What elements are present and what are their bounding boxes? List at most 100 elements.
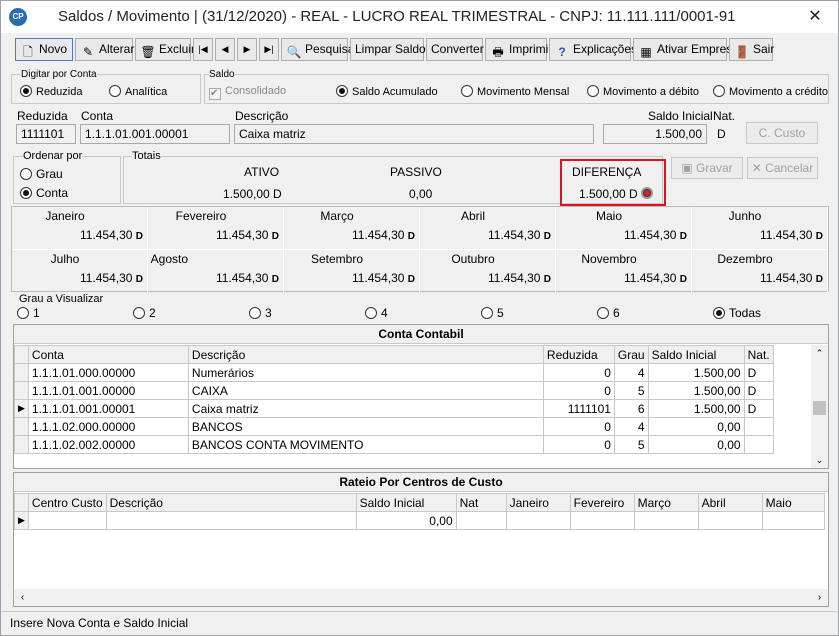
nat-field[interactable]: D [712, 124, 732, 144]
pesquisa-button[interactable]: 🔍 Pesquisa [281, 38, 354, 61]
table-cell[interactable]: 1.500,00 [647, 399, 745, 418]
table-cell[interactable]: 5 [613, 381, 649, 400]
table-cell[interactable]: CAIXA [187, 381, 544, 400]
table-cell[interactable]: D [743, 399, 774, 418]
table-cell[interactable] [105, 511, 357, 530]
column-header[interactable]: Saldo Inicial [647, 345, 745, 364]
table-cell[interactable]: 0,00 [647, 417, 745, 436]
novo-button[interactable]: 🗋 Novo [15, 38, 73, 61]
table-cell[interactable] [633, 511, 699, 530]
column-header[interactable]: Janeiro [505, 493, 571, 512]
centro-custo-button[interactable]: C. Custo [746, 122, 818, 144]
table-row[interactable]: ▶ 1.1.1.01.001.00001 Caixa matriz 1111101 6 1… [14, 399, 774, 418]
table-cell[interactable]: 1111101 [542, 399, 615, 418]
table-cell[interactable]: D [743, 381, 774, 400]
scroll-down-icon[interactable]: ⌄ [811, 452, 828, 468]
table-cell[interactable] [743, 417, 774, 436]
radio-reduzida[interactable]: Reduzida [20, 85, 82, 98]
table-cell[interactable]: BANCOS CONTA MOVIMENTO [187, 435, 544, 454]
table-cell[interactable] [27, 511, 107, 530]
column-header[interactable]: Conta [27, 345, 189, 364]
last-record-button[interactable]: ▶| [259, 38, 279, 61]
gravar-button[interactable]: ▣ Gravar [671, 157, 743, 179]
rateio-h-scrollbar[interactable]: ‹ › [14, 589, 828, 606]
table-cell[interactable]: 0,00 [647, 435, 745, 454]
limpar-saldos-button[interactable]: Limpar Saldos [350, 38, 432, 61]
scroll-right-icon[interactable]: › [811, 589, 828, 606]
table-cell[interactable]: 6 [613, 399, 649, 418]
radio-ordenar-conta[interactable]: Conta [20, 186, 68, 200]
radio-movimento-credito[interactable]: Movimento a crédito [713, 85, 828, 98]
checkbox-consolidado[interactable]: ✔ Consolidado [209, 85, 286, 100]
table-row[interactable]: 1.1.1.01.000.00000 Numerários 0 4 1.500,00 D [14, 363, 774, 382]
radio-grau-3[interactable]: 3 [249, 306, 272, 320]
table-cell[interactable]: Caixa matriz [187, 399, 544, 418]
sair-button[interactable]: 🚪 Sair [729, 38, 774, 61]
table-row[interactable]: 1.1.1.01.001.00000 CAIXA 0 5 1.500,00 D [14, 381, 774, 400]
first-record-button[interactable]: |◀ [193, 38, 213, 61]
radio-saldo-acumulado[interactable]: Saldo Acumulado [336, 85, 438, 98]
converter-button[interactable]: Converter [426, 38, 484, 61]
prev-record-button[interactable]: ◀ [215, 38, 235, 61]
radio-grau-1[interactable]: 1 [17, 306, 40, 320]
table-cell[interactable]: 0,00 [355, 511, 457, 530]
table-cell[interactable]: 1.1.1.01.000.00000 [27, 363, 189, 382]
column-header[interactable]: Abril [697, 493, 763, 512]
column-header[interactable]: Nat [455, 493, 507, 512]
radio-grau-5[interactable]: 5 [481, 306, 504, 320]
close-icon[interactable]: ✕ [792, 1, 838, 32]
saldo-inicial-field[interactable]: 1.500,00 [603, 124, 707, 144]
ativar-empresa-button[interactable]: ▦ Ativar Empresa [633, 38, 739, 61]
table-row[interactable]: ▶ 0,00 [14, 511, 825, 530]
next-record-button[interactable]: ▶ [237, 38, 257, 61]
table-cell[interactable]: 1.500,00 [647, 363, 745, 382]
column-header[interactable]: Fevereiro [569, 493, 635, 512]
table-cell[interactable]: 0 [542, 417, 615, 436]
table-cell[interactable]: D [743, 363, 774, 382]
reduzida-field[interactable]: 1111101 [16, 124, 76, 144]
column-header[interactable]: Reduzida [542, 345, 615, 364]
table-cell[interactable]: 5 [613, 435, 649, 454]
conta-scrollbar[interactable]: ⌃ ⌄ [811, 345, 828, 468]
column-header[interactable]: Nat. [743, 345, 774, 364]
column-header[interactable]: Março [633, 493, 699, 512]
table-cell[interactable]: 0 [542, 381, 615, 400]
column-header[interactable]: Grau [613, 345, 649, 364]
table-cell[interactable]: 1.1.1.01.001.00000 [27, 381, 189, 400]
table-cell[interactable]: 0 [542, 435, 615, 454]
alterar-button[interactable]: ✎ Alterar [75, 38, 134, 61]
imprimir-button[interactable]: 🖶 Imprimir [485, 38, 552, 61]
table-cell[interactable]: BANCOS [187, 417, 544, 436]
column-header[interactable]: Maio [761, 493, 825, 512]
explicacoes-button[interactable]: ? Explicações [549, 38, 637, 61]
table-row[interactable]: 1.1.1.02.002.00000 BANCOS CONTA MOVIMENTO… [14, 435, 774, 454]
table-cell[interactable]: 0 [542, 363, 615, 382]
table-cell[interactable]: 4 [613, 417, 649, 436]
table-cell[interactable]: 1.1.1.02.002.00000 [27, 435, 189, 454]
table-cell[interactable]: 4 [613, 363, 649, 382]
table-cell[interactable] [505, 511, 571, 530]
table-row[interactable]: 1.1.1.02.000.00000 BANCOS 0 4 0,00 [14, 417, 774, 436]
column-header[interactable]: Descrição [105, 493, 357, 512]
radio-movimento-debito[interactable]: Movimento a débito [587, 85, 699, 98]
table-cell[interactable] [743, 435, 774, 454]
table-cell[interactable]: 1.500,00 [647, 381, 745, 400]
radio-movimento-mensal[interactable]: Movimento Mensal [461, 85, 569, 98]
radio-grau-todas[interactable]: Todas [713, 306, 761, 320]
excluir-button[interactable]: 🗑 Excluir [135, 38, 195, 61]
table-cell[interactable] [569, 511, 635, 530]
table-cell[interactable] [697, 511, 763, 530]
cancelar-button[interactable]: ✕ Cancelar [747, 157, 818, 179]
descricao-field[interactable]: Caixa matriz [234, 124, 594, 144]
table-cell[interactable]: 1.1.1.02.000.00000 [27, 417, 189, 436]
conta-field[interactable]: 1.1.1.01.001.00001 [80, 124, 230, 144]
table-cell[interactable]: 1.1.1.01.001.00001 [27, 399, 189, 418]
scroll-thumb[interactable] [813, 401, 826, 415]
radio-ordenar-grau[interactable]: Grau [20, 167, 63, 181]
radio-analitica[interactable]: Analítica [109, 85, 167, 98]
table-cell[interactable]: Numerários [187, 363, 544, 382]
radio-grau-2[interactable]: 2 [133, 306, 156, 320]
column-header[interactable]: Centro Custo [27, 493, 107, 512]
radio-grau-4[interactable]: 4 [365, 306, 388, 320]
column-header[interactable]: Saldo Inicial [355, 493, 457, 512]
